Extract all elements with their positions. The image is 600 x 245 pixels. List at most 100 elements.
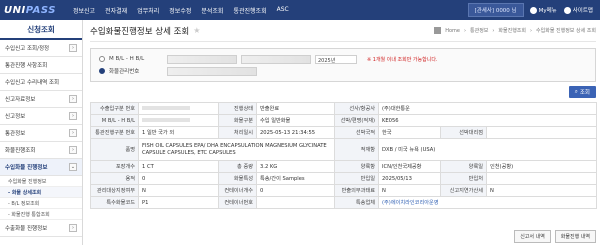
value-cell: 0 — [256, 184, 335, 197]
value-cell: 1 일반 국가 외 — [138, 126, 219, 139]
label-cell: 처리일시 — [218, 126, 257, 139]
sidebar-sub-3[interactable]: - 화물진행 통합조회 — [0, 209, 82, 220]
value-cell: 0 — [138, 172, 219, 185]
sidebar-item-label: 수입신고 조회/정정 — [5, 46, 50, 52]
label-cell: 총 중량 — [218, 160, 257, 173]
value-cell: 인천(공항) — [486, 160, 597, 173]
my-menu-button[interactable]: My메뉴 — [529, 6, 557, 14]
nav-item-3[interactable]: 정보수정 — [164, 6, 196, 15]
table-row: 포장개수 1 CT 총 중량 3.2 KG 양륙항 ICN/인천국제공항 양륙일… — [90, 160, 597, 173]
value-cell: (주)대한통운 — [378, 102, 597, 115]
home-icon[interactable] — [434, 27, 442, 34]
chevron-right-icon: › — [69, 146, 77, 154]
sidebar-item-0[interactable]: 수입신고 조회/정정 › — [0, 40, 82, 57]
breadcrumb-item[interactable]: Home — [445, 28, 460, 34]
search-row-2: 화물관리번호 — [99, 65, 587, 77]
hbl-input[interactable] — [241, 54, 311, 64]
logo-accent: PASS — [25, 4, 56, 16]
nav-item-4[interactable]: 분석조회 — [196, 6, 228, 15]
sidebar-footer-item[interactable]: 수출화물 진행정보 › — [0, 220, 82, 237]
label-cell: 선박대리점 — [440, 126, 487, 139]
courier-link[interactable]: (주)에이치라인코리아운영 — [378, 196, 597, 209]
value-cell: 1 CT — [138, 160, 219, 173]
value-cell: P1 — [138, 196, 219, 209]
sidebar-item-5[interactable]: 통관정보 › — [0, 125, 82, 142]
chevron-right-icon: › — [69, 129, 77, 137]
sidebar-sub-1[interactable]: - 화물 상세조회 — [0, 187, 82, 198]
search-button-row: ⌕ 조회 — [90, 86, 596, 98]
nav-item-1[interactable]: 전자결재 — [100, 6, 132, 15]
value-cell — [486, 126, 597, 139]
sidebar-item-6[interactable]: 화물진행조회 › — [0, 142, 82, 159]
sidebar-item-label: 수입화물 진행정보 — [5, 165, 48, 171]
label-cell: 진행상태 — [218, 102, 257, 115]
label-cell: 반입일 — [334, 172, 379, 185]
label-cell: 화물특성 — [218, 172, 257, 185]
sidebar-item-2[interactable]: 수입신고 수리내역 조회 — [0, 74, 82, 91]
main-content: 수입화물진행정보 상세 조회 ★ Home › 통관정보 › 화물진행조회 › 수입화물… — [90, 20, 597, 245]
value-cell: 한국 — [378, 126, 441, 139]
sidebar: 신청조회 수입신고 조회/정정 › 통관진행 사항조회 수입신고 수리내역 조회 … — [0, 20, 83, 245]
nav-item-2[interactable]: 업무처리 — [132, 6, 164, 15]
value-cell: 2025/05/13 — [378, 172, 441, 185]
breadcrumb-item[interactable]: 화물진행조회 — [498, 27, 526, 34]
value-cell: 3.2 KG — [256, 160, 335, 173]
label-cell: 선박/편명(적재) — [334, 114, 379, 127]
sidebar-item-1[interactable]: 통관진행 사항조회 — [0, 57, 82, 74]
label-cell: 용적 — [90, 172, 139, 185]
login-status[interactable]: [관세사] 0000 님 — [467, 3, 524, 17]
nav-item-6[interactable]: ASC — [272, 6, 294, 15]
radio-cargo-no[interactable] — [99, 68, 105, 74]
label-cell: 양륙항 — [334, 160, 379, 173]
value-cell: DXB / 미국 뉴욕 (USA) — [378, 138, 597, 161]
mbl-input[interactable] — [167, 54, 237, 64]
value-cell: 반출완료 — [256, 102, 335, 115]
cargo-progress-button[interactable]: 화물진행 내역 — [554, 230, 596, 243]
cargo-no-input[interactable] — [167, 66, 257, 76]
sitemap-button[interactable]: 사이트맵 — [563, 6, 593, 14]
label-cell: 선박국적 — [334, 126, 379, 139]
breadcrumb-item: 수입화물 진행정보 상세 조회 — [536, 28, 596, 34]
table-row: 수출입구분 번호 진행상태 반출완료 선사/항공사 (주)대한통운 — [90, 102, 597, 115]
sidebar-sub-2[interactable]: - B/L 정보조회 — [0, 198, 82, 209]
table-row: M B/L - H B/L 화물구분 수입 일반화물 선박/편명(적재) KE0… — [90, 114, 597, 127]
breadcrumb-item[interactable]: 통관정보 — [470, 27, 488, 34]
radio-bl[interactable] — [99, 56, 105, 62]
nav-item-5[interactable]: 통관진행조회 — [228, 6, 271, 15]
breadcrumb-sep: › — [464, 27, 466, 34]
sidebar-item-label: 화물진행조회 — [5, 148, 36, 154]
value-cell: FISH OIL CAPSULES EPA/ DHA ENCAPSULATION… — [138, 138, 335, 161]
label-cell: 반입처 — [440, 172, 487, 185]
value-cell: 2025-05-13 21:34:55 — [256, 126, 335, 139]
sidebar-sub-0[interactable]: 수입화물 진행정보 — [0, 176, 82, 187]
chevron-right-icon: › — [69, 112, 77, 120]
value-cell-redacted — [138, 102, 219, 115]
search-button-label: 조회 — [579, 90, 590, 96]
declaration-history-button[interactable]: 신고서 내역 — [514, 230, 551, 243]
main-nav: 정보신고 전자결재 업무처리 정보수정 분석조회 통관진행조회 ASC — [68, 6, 294, 15]
star-icon[interactable]: ★ — [193, 26, 200, 35]
value-cell: N — [378, 184, 441, 197]
sidebar-item-3[interactable]: 신고자료정보 › — [0, 91, 82, 108]
topright-area: [관세사] 0000 님 My메뉴 사이트맵 — [467, 0, 600, 20]
value-cell: N — [486, 184, 597, 197]
value-cell: 수입 일반화물 — [256, 114, 335, 127]
value-cell-redacted — [138, 114, 219, 127]
label-cell: 선사/항공사 — [334, 102, 379, 115]
nav-item-0[interactable]: 정보신고 — [68, 6, 100, 15]
top-navbar: UNI PASS 정보신고 전자결재 업무처리 정보수정 분석조회 통관진행조회 … — [0, 0, 600, 20]
app-logo[interactable]: UNI PASS — [0, 0, 58, 20]
search-button[interactable]: ⌕ 조회 — [568, 86, 596, 98]
sidebar-item-label: 수출화물 진행정보 — [5, 226, 48, 232]
search-panel: M B/L - H B/L 2025년 ※ 1개월 이내 조회만 가능합니다. … — [90, 48, 596, 82]
sidebar-item-7[interactable]: 수입화물 진행정보 ⌄ — [0, 159, 82, 176]
chevron-right-icon: › — [69, 44, 77, 52]
sidebar-title: 신청조회 — [0, 20, 82, 40]
table-row: 용적 0 화물특성 특송/간이 Samples 반입일 2025/05/13 반… — [90, 172, 597, 185]
value-cell: KE056 — [378, 114, 597, 127]
bottom-button-group: 신고서 내역 화물진행 내역 — [514, 230, 596, 243]
sidebar-item-4[interactable]: 신고정보 › — [0, 108, 82, 125]
year-select[interactable]: 2025년 — [315, 54, 357, 64]
page-title: 수입화물진행정보 상세 조회 ★ — [90, 25, 200, 37]
value-cell — [256, 196, 335, 209]
